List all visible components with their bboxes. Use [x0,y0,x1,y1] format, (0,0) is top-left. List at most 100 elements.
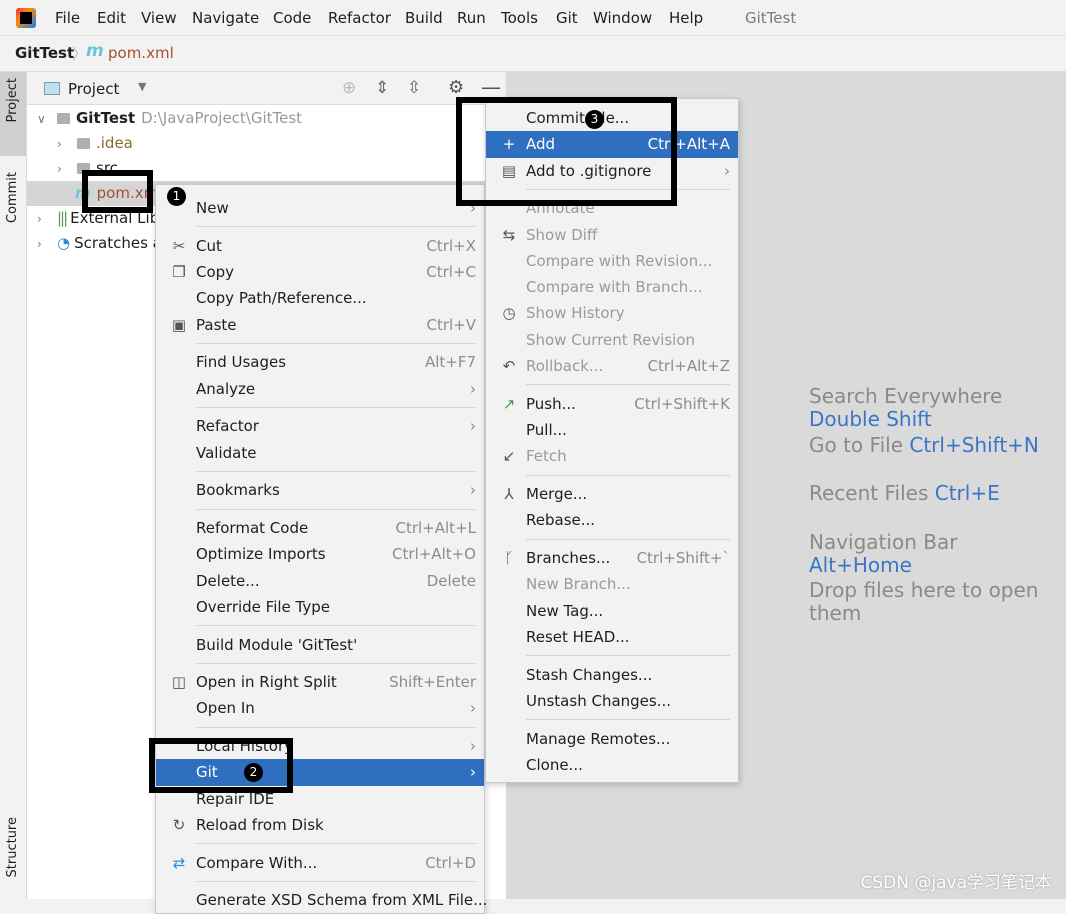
chevron-right-icon[interactable]: › [37,232,57,257]
editor-hint: Go to File Ctrl+Shift+N [809,433,1059,457]
chevron-right-icon[interactable]: › [37,207,57,232]
menu-item-pull[interactable]: Pull... [486,417,738,443]
dropdown-icon[interactable]: ▼ [138,80,146,93]
chevron-right-icon[interactable]: › [57,157,77,182]
structure-tab-label[interactable]: Structure [5,817,20,877]
menu-item-branches[interactable]: ᚴ Branches... Ctrl+Shift+` [486,545,738,571]
menu-navigate[interactable]: Navigate [192,9,259,27]
menu-item-clone[interactable]: Clone... [486,752,738,778]
menu-item-label: Reset HEAD... [526,627,630,646]
menu-item-label: Find Usages [196,353,287,372]
minimize-icon[interactable]: — [481,75,501,99]
menu-item-merge[interactable]: ⅄ Merge... [486,481,738,507]
menu-item-label: Copy [196,262,235,281]
panel-title[interactable]: Project [68,80,119,98]
project-path: D:\JavaProject\GitTest [141,109,303,127]
menu-build[interactable]: Build [405,9,443,27]
menu-item-compare-with-revision[interactable]: Compare with Revision... [486,248,738,274]
editor-hint: Drop files here to open them [809,579,1059,625]
menu-item-shortcut: Ctrl+X [426,236,476,255]
menu-item-label: Override File Type [196,597,330,616]
menu-item-label: Pull... [526,421,567,440]
folder-icon [77,138,90,149]
menu-item-new[interactable]: New › [156,195,484,221]
project-tool-tab[interactable]: Project [0,72,26,156]
hint-shortcut: Double Shift [809,407,932,431]
menu-item-validate[interactable]: Validate [156,440,484,466]
rollback-icon: ↶ [502,357,516,376]
menu-item-paste[interactable]: ▣ Paste Ctrl+V [156,312,484,338]
menu-item-rollback[interactable]: ↶ Rollback... Ctrl+Alt+Z [486,353,738,379]
menu-item-bookmarks[interactable]: Bookmarks › [156,477,484,503]
menu-file[interactable]: File [55,9,80,27]
menu-item-reformat-code[interactable]: Reformat Code Ctrl+Alt+L [156,515,484,541]
menu-git[interactable]: Git [556,9,578,27]
menu-item-generate-xsd-schema-from-xml-file[interactable]: Generate XSD Schema from XML File... [156,887,487,913]
menu-item-copy-path-reference[interactable]: Copy Path/Reference... [156,285,484,311]
menu-item-refactor[interactable]: Refactor › [156,413,484,439]
menu-item-new-tag[interactable]: New Tag... [486,598,738,624]
branch-icon: ᚴ [504,549,514,568]
chevron-right-icon: › [470,737,476,756]
locate-icon[interactable]: ⊕ [342,78,356,98]
menu-help[interactable]: Help [669,9,703,27]
collapse-all-icon[interactable]: ⇳ [407,78,421,98]
menu-item-open-in[interactable]: Open In › [156,695,484,721]
menu-edit[interactable]: Edit [97,9,126,27]
tree-item[interactable]: ∨ GitTest D:\JavaProject\GitTest [27,106,506,131]
menu-tools[interactable]: Tools [501,9,538,27]
menu-item-label: Reformat Code [196,518,309,537]
chevron-right-icon: › [470,417,476,436]
menu-item-show-diff[interactable]: ⇆ Show Diff [486,222,738,248]
menu-item-build-module-gittest[interactable]: Build Module 'GitTest' [156,632,484,658]
gear-icon[interactable]: ⚙ [448,77,464,98]
menu-item-new-branch[interactable]: New Branch... [486,571,738,597]
menu-item-rebase[interactable]: Rebase... [486,507,738,533]
chevron-down-icon[interactable]: ∨ [37,107,57,132]
menu-item-analyze[interactable]: Analyze › [156,376,484,402]
menu-item-compare-with[interactable]: ⇄ Compare With... Ctrl+D [156,850,484,876]
menu-view[interactable]: View [141,9,177,27]
breadcrumb-file[interactable]: pom.xml [108,44,174,62]
scratches-icon: ◔ [57,234,71,252]
breadcrumb-project[interactable]: GitTest [15,44,74,62]
menu-item-manage-remotes[interactable]: Manage Remotes... [486,726,738,752]
menu-separator [156,402,484,413]
menu-window[interactable]: Window [593,9,652,27]
step-badge-2: 2 [244,763,263,782]
expand-all-icon[interactable]: ⇕ [375,78,389,98]
tree-item-label: .idea [96,134,133,152]
menu-item-label: Stash Changes... [526,665,653,684]
chevron-right-icon: › [470,699,476,718]
menu-item-unstash-changes[interactable]: Unstash Changes... [486,688,738,714]
split-icon: ◫ [171,673,187,692]
menu-item-fetch[interactable]: ↙ Fetch [486,443,738,469]
merge-icon: ⅄ [504,485,514,504]
menu-refactor[interactable]: Refactor [328,9,391,27]
menu-run[interactable]: Run [457,9,486,27]
copy-icon: ❐ [172,262,186,281]
menu-item-find-usages[interactable]: Find Usages Alt+F7 [156,349,484,375]
menu-item-show-history[interactable]: ◷ Show History [486,300,738,326]
menu-item-shortcut: Ctrl+D [425,853,476,872]
chevron-right-icon[interactable]: › [57,132,77,157]
menu-item-copy[interactable]: ❐ Copy Ctrl+C [156,259,484,285]
menu-code[interactable]: Code [273,9,311,27]
menu-item-stash-changes[interactable]: Stash Changes... [486,662,738,688]
menu-item-shortcut: Alt+F7 [424,353,476,372]
menu-item-label: Bookmarks [196,481,280,500]
tree-item[interactable]: › .idea [27,131,506,156]
menu-item-reload-from-disk[interactable]: ↻ Reload from Disk [156,812,484,838]
menu-item-compare-with-branch[interactable]: Compare with Branch... [486,274,738,300]
tool-window-stripe: Project Commit Structure [0,72,27,899]
menu-item-override-file-type[interactable]: Override File Type [156,594,484,620]
menu-item-open-in-right-split[interactable]: ◫ Open in Right Split Shift+Enter [156,669,484,695]
hint-text: Navigation Bar [809,529,958,554]
menu-item-optimize-imports[interactable]: Optimize Imports Ctrl+Alt+O [156,541,484,567]
menu-item-push[interactable]: ↗ Push... Ctrl+Shift+K [486,391,738,417]
menu-item-reset-head[interactable]: Reset HEAD... [486,624,738,650]
menu-item-show-current-revision[interactable]: Show Current Revision [486,327,738,353]
commit-tab-label[interactable]: Commit [5,172,20,223]
menu-item-delete[interactable]: Delete... Delete [156,568,484,594]
menu-item-cut[interactable]: ✂ Cut Ctrl+X [156,233,484,259]
